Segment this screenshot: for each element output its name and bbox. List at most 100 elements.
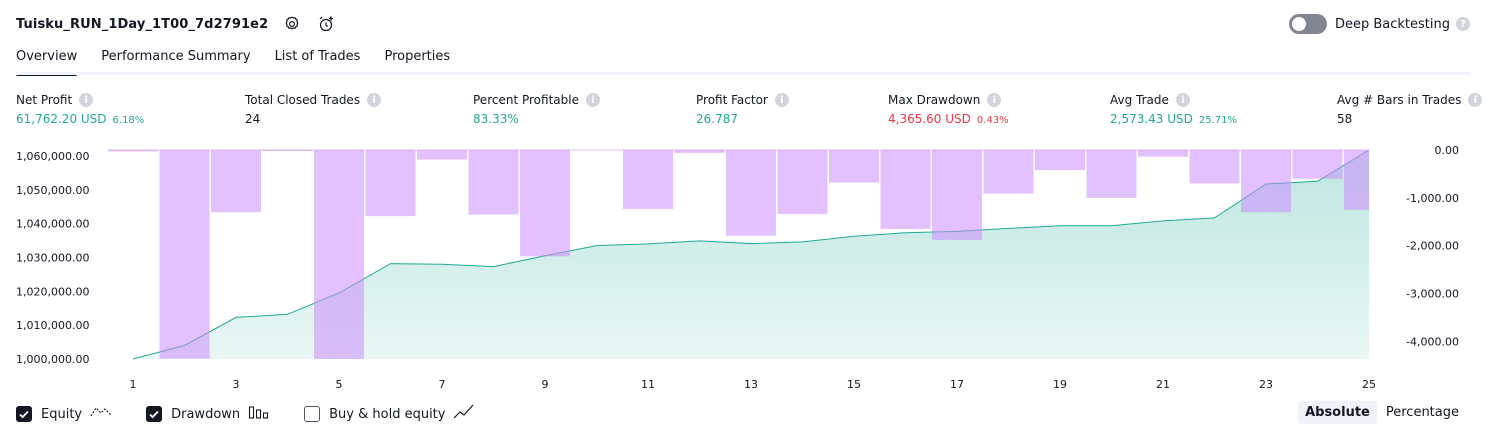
tab-list-of-trades[interactable]: List of Trades [275,47,361,72]
stat-percent: 6.18% [112,115,145,126]
x-axis-tick: 13 [744,378,758,391]
legend-label: Buy & hold equity [329,406,446,422]
info-icon[interactable]: i [367,93,382,107]
x-axis-tick: 7 [439,378,446,391]
strategy-title: Tuisku_RUN_1Day_1T00_7d2791e2 [16,16,269,32]
left-axis-tick: 1,010,000.00 [16,319,89,332]
equity-checkbox[interactable] [16,406,32,422]
x-axis-tick: 25 [1362,378,1376,391]
legend-equity[interactable]: Equity [16,404,112,424]
drawdown-bar [520,150,570,257]
right-axis-tick: -3,000.00 [1406,288,1459,301]
info-icon[interactable]: i [585,93,600,107]
buy-hold-line-icon [453,404,475,424]
stat-label: Avg # Bars in Trades [1337,93,1462,107]
stat-label: Net Profit [16,93,73,107]
right-axis-tick: -2,000.00 [1406,240,1459,253]
legend-label: Drawdown [171,406,241,422]
stat-total-closed-trades: Total Closed Trades i 24 [245,93,382,126]
drawdown-bar [1086,150,1137,198]
tab-overview[interactable]: Overview [16,47,78,76]
left-axis-tick: 1,020,000.00 [16,285,89,298]
drawdown-bar [777,150,828,215]
x-axis-tick: 11 [641,378,655,391]
deep-backtesting-control: Deep Backtesting ? [1288,14,1470,34]
drawdown-bar [108,150,158,152]
drawdown-bar [1292,150,1343,179]
buy-hold-checkbox[interactable] [304,406,321,422]
toggle-knob [1291,17,1306,31]
drawdown-bar [1138,150,1188,157]
report-tabs: Overview Performance Summary List of Tra… [16,47,474,76]
tab-properties[interactable]: Properties [384,47,450,72]
drawdown-bar [983,150,1034,194]
drawdown-bar [159,150,210,359]
info-icon[interactable]: i [987,93,1002,107]
left-axis-tick: 1,040,000.00 [16,218,89,231]
drawdown-bar [262,150,313,151]
drawdown-bar [211,150,261,213]
drawdown-bar [1344,150,1369,210]
drawdown-checkbox[interactable] [146,406,163,422]
stat-percent-profitable: Percent Profitable i 83.33% [473,93,600,126]
stat-avg-trade: Avg Trade i 2,573.43 USD 25.71% [1110,93,1237,126]
drawdown-bars-icon [248,404,270,424]
stat-percent: 0.43% [976,115,1009,126]
x-axis-tick: 23 [1259,378,1273,391]
tab-performance-summary[interactable]: Performance Summary [101,47,250,72]
stat-value: 26.787 [696,112,738,126]
drawdown-bar [726,150,776,236]
stat-label: Total Closed Trades [245,93,361,107]
drawdown-bar [623,150,673,209]
drawdown-bar [1189,150,1240,184]
legend-label: Equity [41,406,83,422]
info-icon[interactable]: i [774,93,789,107]
percentage-button[interactable]: Percentage [1379,401,1466,424]
alarm-plus-icon[interactable] [316,14,336,34]
right-axis-tick: -4,000.00 [1406,335,1459,348]
stat-value: 2,573.43 USD [1110,112,1193,126]
x-axis-tick: 17 [950,378,964,391]
stat-value: 24 [245,112,261,126]
stat-value: 58 [1337,112,1353,126]
gear-icon[interactable] [282,14,302,34]
left-axis-tick: 1,030,000.00 [16,251,89,264]
stat-max-drawdown: Max Drawdown i 4,365.60 USD 0.43% [888,93,1009,126]
drawdown-bar [314,150,364,359]
legend-buy-hold[interactable]: Buy & hold equity [304,404,475,424]
question-icon[interactable]: ? [1456,17,1470,31]
view-mode-switch: Absolute Percentage [1296,401,1466,424]
equity-drawdown-chart[interactable]: 1,000,000.00 1,010,000.00 1,020,000.00 1,03… [0,140,1486,395]
x-axis-tick: 3 [233,378,240,391]
stat-value: 61,762.20 USD [16,112,107,126]
drawdown-bar [365,150,416,217]
stat-label: Avg Trade [1110,93,1169,107]
stat-percent: 25.71% [1198,115,1238,126]
left-axis-tick: 1,050,000.00 [16,184,89,197]
right-axis-tick: -1,000.00 [1406,192,1459,205]
stat-label: Max Drawdown [888,93,981,107]
drawdown-bar [417,150,467,160]
stat-value: 83.33% [473,112,519,126]
strategy-header: Tuisku_RUN_1Day_1T00_7d2791e2 [16,13,336,35]
drawdown-bar [829,150,879,183]
legend-drawdown[interactable]: Drawdown [146,404,270,424]
drawdown-bar [468,150,519,215]
drawdown-bar [880,150,931,229]
drawdown-bar [674,150,725,153]
stats-row: Net Profit i 61,762.20 USD 6.18% Total Clo… [0,93,1486,133]
absolute-button[interactable]: Absolute [1298,401,1377,424]
info-icon[interactable]: i [1175,93,1190,107]
deep-backtesting-toggle[interactable] [1288,14,1327,34]
deep-backtesting-label: Deep Backtesting [1334,16,1450,32]
stat-net-profit: Net Profit i 61,762.20 USD 6.18% [16,93,144,126]
info-icon[interactable]: i [79,93,94,107]
stat-avg-bars-in-trades: Avg # Bars in Trades i 58 [1337,93,1483,126]
equity-line-icon [90,404,112,424]
left-axis-tick: 1,060,000.00 [16,150,89,163]
info-icon[interactable]: i [1468,93,1483,107]
drawdown-bar [1035,150,1085,171]
x-axis-tick: 1 [130,378,137,391]
stat-label: Profit Factor [696,93,768,107]
x-axis-tick: 9 [542,378,549,391]
